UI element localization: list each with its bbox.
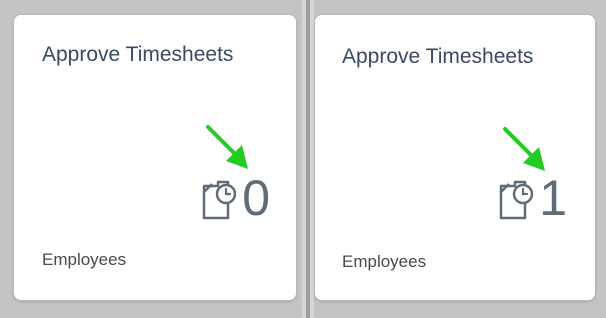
screenshot-divider — [302, 0, 314, 318]
approve-timesheets-tile-2[interactable]: Approve Timesheets 1 Employees — [314, 14, 596, 301]
green-arrow-annotation — [503, 127, 545, 171]
green-arrow-annotation — [206, 125, 248, 169]
tile-title: Approve Timesheets — [342, 45, 534, 68]
tile-footer: Employees — [342, 252, 427, 271]
approve-timesheets-tile-1[interactable]: Approve Timesheets 0 Employees — [13, 14, 297, 301]
tile-footer: Employees — [42, 250, 127, 269]
kpi-value: 1 — [539, 170, 567, 226]
document-clock-icon — [202, 180, 237, 220]
tile-title: Approve Timesheets — [42, 43, 234, 66]
document-clock-icon — [499, 180, 534, 220]
kpi-value: 0 — [242, 170, 270, 226]
kpi-block: 1 — [495, 173, 567, 223]
kpi-block: 0 — [198, 173, 270, 223]
